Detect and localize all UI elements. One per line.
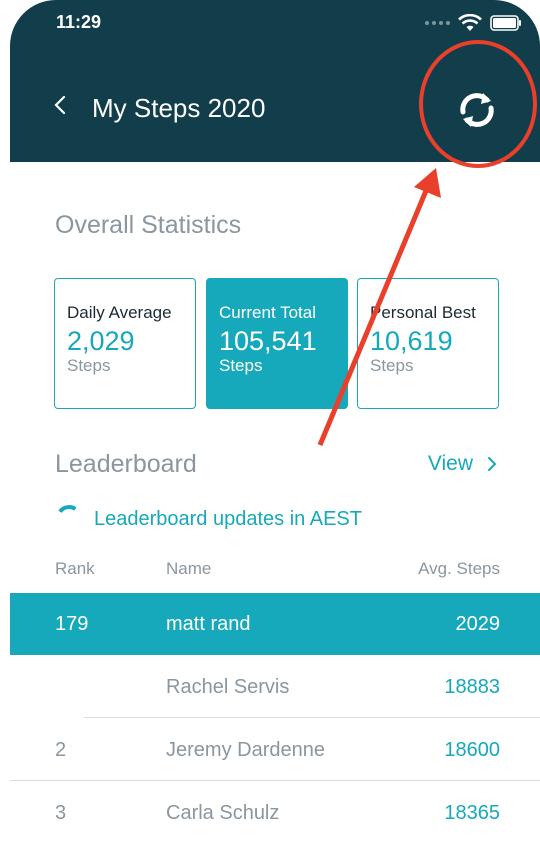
header-bar: 11:29 My Steps 2020 <box>10 0 540 162</box>
overall-statistics-title: Overall Statistics <box>55 211 242 239</box>
chevron-right-icon <box>488 457 497 471</box>
stat-value: 10,619 <box>370 326 453 356</box>
battery-icon <box>490 15 521 31</box>
current-total-card[interactable]: Current Total 105,541 Steps <box>206 278 348 409</box>
signal-icon <box>425 21 450 25</box>
stat-value: 105,541 <box>219 326 317 356</box>
table-row[interactable]: 1 Rachel Servis 18883 <box>10 656 540 718</box>
stat-label: Current Total <box>219 303 317 322</box>
row-divider <box>10 780 540 781</box>
row-rank: 179 <box>55 613 89 635</box>
row-rank: 2 <box>55 739 67 761</box>
stat-unit: Steps <box>219 356 263 375</box>
row-name: matt rand <box>166 613 251 635</box>
row-name: Jeremy Dardenne <box>166 739 325 761</box>
stat-label: Personal Best <box>370 303 476 322</box>
stat-unit: Steps <box>67 356 111 375</box>
row-steps: 18600 <box>444 739 500 761</box>
row-name: Rachel Servis <box>166 676 290 698</box>
loading-spinner-icon <box>53 502 85 534</box>
phone-screen: 11:29 My Steps 2020 Overall Statistics D… <box>10 0 540 842</box>
table-row[interactable]: 2 Jeremy Dardenne 18600 <box>10 719 540 781</box>
leaderboard-notice: Leaderboard updates in AEST <box>94 508 362 530</box>
daily-average-card[interactable]: Daily Average 2,029 Steps <box>54 278 196 409</box>
name-column-header: Name <box>166 559 212 578</box>
view-label: View <box>427 452 473 475</box>
wifi-icon <box>458 14 482 31</box>
leaderboard-title: Leaderboard <box>55 450 197 478</box>
personal-best-card[interactable]: Personal Best 10,619 Steps <box>357 278 499 409</box>
back-chevron-icon[interactable] <box>54 95 66 115</box>
refresh-icon[interactable] <box>453 88 501 132</box>
row-rank: 3 <box>55 802 67 824</box>
avg-steps-column-header: Avg. Steps <box>418 559 500 578</box>
view-leaderboard-link[interactable]: View <box>428 452 497 476</box>
stat-value: 2,029 <box>67 326 135 356</box>
row-name: Carla Schulz <box>166 802 280 824</box>
rank-column-header: Rank <box>55 559 95 578</box>
status-time: 11:29 <box>56 12 102 32</box>
stat-unit: Steps <box>370 356 414 375</box>
status-icons <box>425 12 522 34</box>
page-title: My Steps 2020 <box>92 93 266 123</box>
table-row-current-user[interactable]: 179 matt rand 2029 <box>10 593 540 655</box>
row-steps: 18365 <box>444 802 500 824</box>
row-divider <box>84 717 540 718</box>
row-steps: 2029 <box>455 613 501 635</box>
stat-label: Daily Average <box>67 303 172 322</box>
table-row[interactable]: 3 Carla Schulz 18365 <box>10 782 540 842</box>
row-steps: 18883 <box>444 676 500 698</box>
